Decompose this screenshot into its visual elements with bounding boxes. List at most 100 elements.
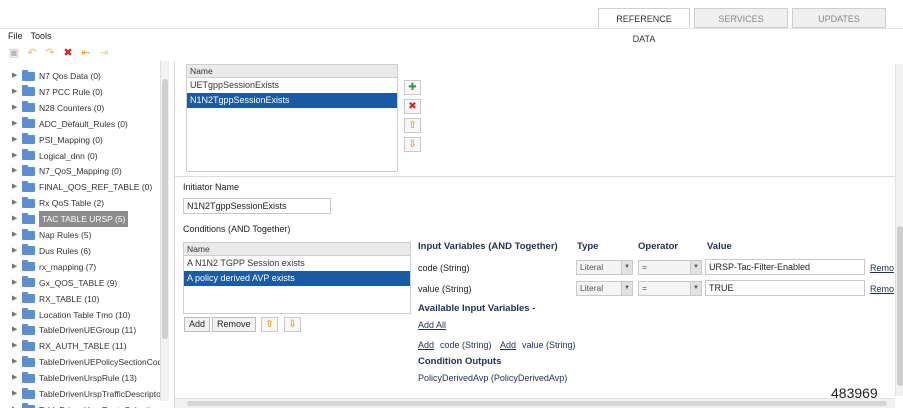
initiator-name-input[interactable]: N1N2TgppSessionExists (183, 198, 331, 214)
expand-arrow-icon[interactable]: ▶ (12, 259, 22, 275)
rules-list-header: Name (187, 65, 397, 78)
remove-variable-link[interactable]: Remo (870, 263, 894, 273)
expand-arrow-icon[interactable]: ▶ (12, 291, 22, 307)
operator-select-value: = (642, 262, 647, 272)
menu-file[interactable]: File (8, 31, 23, 41)
move-down-button[interactable]: ⇩ (284, 317, 301, 332)
operator-select[interactable]: = ▼ (638, 281, 702, 296)
move-left-icon[interactable]: ⇤ (80, 47, 92, 59)
redo-icon[interactable]: ↷ (44, 47, 56, 59)
expand-arrow-icon[interactable]: ▶ (12, 402, 22, 408)
type-select[interactable]: Literal ▼ (576, 281, 633, 296)
menu-tools[interactable]: Tools (31, 31, 52, 41)
value-input[interactable]: URSP-Tac-Filter-Enabled (705, 259, 865, 275)
list-item[interactable]: UETgppSessionExists (187, 78, 397, 93)
tree-node[interactable]: ▶ PSI_Mapping (0) (12, 132, 103, 148)
add-rule-button[interactable]: ✚ (404, 80, 421, 95)
condition-outputs-heading: Condition Outputs (418, 356, 502, 367)
tree-node[interactable]: ▶ TableDrivenUrspRouteSelection (12, 402, 159, 408)
move-right-icon[interactable]: ⇥ (98, 47, 110, 59)
list-item[interactable]: A policy derived AVP exists (184, 271, 410, 286)
expand-arrow-icon[interactable]: ▶ (12, 163, 22, 179)
type-select[interactable]: Literal ▼ (576, 260, 633, 275)
tab-reference-data[interactable]: REFERENCE DATA (598, 8, 690, 44)
tree-node-label: Rx QoS Table (2) (39, 198, 105, 209)
available-var-value: value (String) (522, 340, 576, 350)
tree-node[interactable]: ▶ N28 Counters (0) (12, 100, 104, 116)
tree-node[interactable]: ▶ RX_AUTH_TABLE (11) (12, 338, 127, 354)
expand-arrow-icon[interactable]: ▶ (12, 243, 22, 259)
value-input[interactable]: TRUE (705, 280, 865, 296)
undo-icon[interactable]: ↶ (26, 47, 38, 59)
tree-node[interactable]: ▶ Dus Rules (6) (12, 243, 91, 259)
folder-icon (22, 101, 35, 113)
tree-node[interactable]: ▶ Gx_QOS_TABLE (9) (12, 275, 117, 291)
tree-node[interactable]: ▶ RX_TABLE (10) (12, 291, 99, 307)
editor-vscroll-thumb[interactable] (897, 226, 903, 386)
editor-horizontal-scrollbar[interactable] (175, 398, 895, 408)
tree-node[interactable]: ▶ N7 PCC Rule (0) (12, 84, 103, 100)
expand-arrow-icon[interactable]: ▶ (12, 227, 22, 243)
tab-updates[interactable]: UPDATES (792, 8, 886, 28)
expand-arrow-icon[interactable]: ▶ (12, 179, 22, 195)
expand-arrow-icon[interactable]: ▶ (12, 211, 22, 227)
add-all-link[interactable]: Add All (418, 320, 446, 330)
expand-arrow-icon[interactable]: ▶ (12, 195, 22, 211)
tree-node[interactable]: ▶ N7_QoS_Mapping (0) (12, 163, 122, 179)
input-var-name: code (String) (418, 263, 470, 273)
tree-node[interactable]: ▶ FINAL_QOS_REF_TABLE (0) (12, 179, 152, 195)
tree-node-label: Location Table Tmo (10) (39, 309, 131, 320)
remove-variable-link[interactable]: Remo (870, 284, 894, 294)
expand-arrow-icon[interactable]: ▶ (12, 386, 22, 402)
expand-arrow-icon[interactable]: ▶ (12, 100, 22, 116)
list-item[interactable]: N1N2TgppSessionExists (187, 93, 397, 108)
expand-arrow-icon[interactable]: ▶ (12, 275, 22, 291)
tree-node[interactable]: ▶ TableDrivenUrspRule (13) (12, 370, 137, 386)
tree-node[interactable]: ▶ Location Table Tmo (10) (12, 307, 130, 323)
tree-node[interactable]: ▶ TableDrivenUrspTrafficDescripto (12, 386, 161, 402)
add-code-link[interactable]: Add (418, 340, 434, 350)
tree-node[interactable]: ▶ Nap Rules (5) (12, 227, 91, 243)
expand-arrow-icon[interactable]: ▶ (12, 84, 22, 100)
tree-node[interactable]: ▶ Logical_dnn (0) (12, 148, 98, 164)
expand-arrow-icon[interactable]: ▶ (12, 338, 22, 354)
expand-arrow-icon[interactable]: ▶ (12, 116, 22, 132)
tree-node[interactable]: ▶ Rx QoS Table (2) (12, 195, 104, 211)
expand-arrow-icon[interactable]: ▶ (12, 370, 22, 386)
tree-node[interactable]: ▶ rx_mapping (7) (12, 259, 96, 275)
tree-node-label: ADC_Default_Rules (0) (39, 118, 128, 129)
expand-arrow-icon[interactable]: ▶ (12, 68, 22, 84)
top-tabs: REFERENCE DATA SERVICES UPDATES (598, 8, 886, 44)
move-up-button[interactable]: ⇧ (261, 317, 278, 332)
expand-arrow-icon[interactable]: ▶ (12, 322, 22, 338)
expand-arrow-icon[interactable]: ▶ (12, 132, 22, 148)
save-icon[interactable]: ▣ (8, 47, 20, 59)
move-up-button[interactable]: ⇧ (404, 118, 421, 133)
tab-services[interactable]: SERVICES (694, 8, 788, 28)
tree-scrollbar[interactable] (160, 61, 169, 401)
operator-select[interactable]: = ▼ (638, 260, 702, 275)
rules-list: Name UETgppSessionExists N1N2TgppSession… (186, 64, 398, 172)
tree-node[interactable]: ▶ TAC TABLE URSP (5) (12, 211, 129, 228)
list-item[interactable]: A N1N2 TGPP Session exists (184, 256, 410, 271)
folder-icon (22, 292, 35, 304)
tree-node[interactable]: ▶ TableDrivenUEGroup (11) (12, 322, 136, 338)
tree-node[interactable]: ▶ TableDrivenUEPolicySectionCode (12, 354, 167, 370)
remove-condition-button[interactable]: Remove (212, 317, 256, 332)
move-down-button[interactable]: ⇩ (404, 137, 421, 152)
expand-arrow-icon[interactable]: ▶ (12, 307, 22, 323)
folder-icon (22, 260, 35, 272)
panel-splitter[interactable] (174, 61, 175, 408)
tree-scroll-thumb[interactable] (162, 79, 168, 339)
tree-node[interactable]: ▶ N7 Qos Data (0) (12, 68, 101, 84)
expand-arrow-icon[interactable]: ▶ (12, 148, 22, 164)
tree-node[interactable]: ▶ ADC_Default_Rules (0) (12, 116, 128, 132)
folder-icon (22, 276, 35, 288)
editor-hscroll-thumb[interactable] (187, 401, 887, 406)
delete-rule-button[interactable]: ✖ (404, 99, 421, 114)
add-condition-button[interactable]: Add (184, 317, 211, 332)
expand-arrow-icon[interactable]: ▶ (12, 354, 22, 370)
delete-icon[interactable]: ✖ (62, 47, 74, 59)
editor-vertical-scrollbar[interactable] (895, 64, 903, 396)
add-value-link[interactable]: Add (500, 340, 516, 350)
